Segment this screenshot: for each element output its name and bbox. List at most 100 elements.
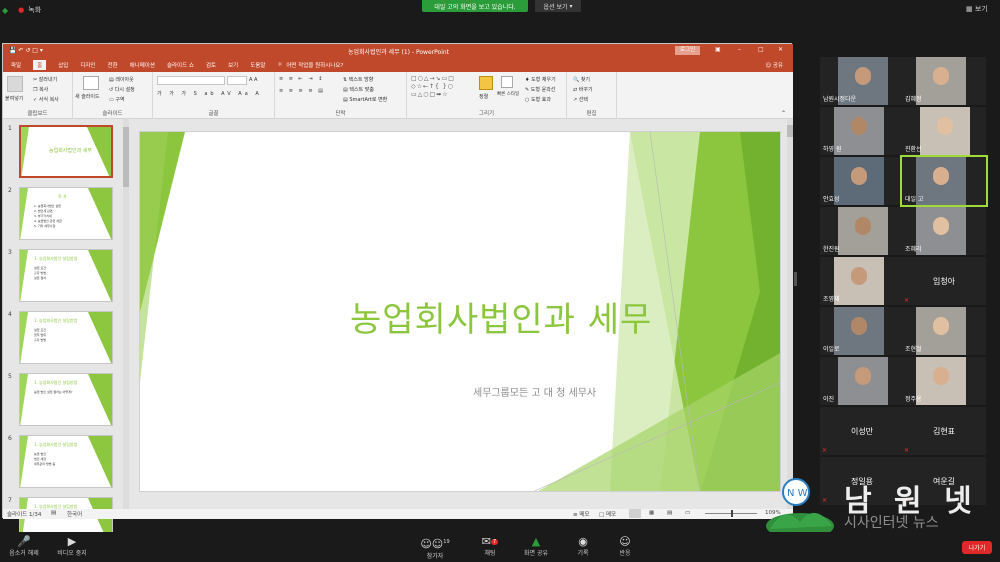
participant-tile[interactable]: 이성만 ✕ (820, 407, 904, 455)
current-slide[interactable]: 농업회사법인과 세무 세무그룹모든 고 대 청 세무사 (139, 131, 781, 492)
quick-styles-icon[interactable] (501, 76, 513, 88)
font-size-select[interactable] (227, 76, 247, 85)
ribbon-display-icon[interactable]: ▣ (715, 46, 721, 53)
slide-thumbnail[interactable]: 목 차 1. 농업회사법인 설립 2. 법인세 감면 3. 부가가치세 4. 농업법인 … (19, 187, 113, 240)
paste-icon[interactable] (7, 76, 23, 92)
slide-edit-area[interactable]: 농업회사법인과 세무 세무그룹모든 고 대 청 세무사 (131, 119, 793, 509)
participants-button[interactable]: ☺☺19 참가자 (420, 536, 450, 559)
shape-outline-button[interactable]: ✎ 도형 윤곽선 (525, 86, 555, 93)
notes-button[interactable]: ≡ 메모 (573, 510, 589, 518)
replace-button[interactable]: ⇄ 바꾸기 (573, 86, 593, 93)
slide-thumbnail[interactable]: 1. 농업회사법인 설립방법 농업 법인 설립 절차는 어떻게? (19, 373, 113, 426)
section-button[interactable]: ▭ 구역 (109, 96, 125, 103)
select-button[interactable]: ↗ 선택 (573, 96, 588, 103)
text-direction-button[interactable]: ⇅ 텍스트 방향 (343, 76, 373, 83)
reactions-button[interactable]: ☺ 반응 (610, 536, 640, 558)
tell-me-input[interactable]: 어떤 작업을 원하시나요? (286, 61, 343, 69)
zoom-slider-thumb[interactable] (731, 510, 733, 517)
shape-fill-button[interactable]: ♦ 도형 채우기 (525, 76, 556, 83)
share-screen-button[interactable]: ▲ 화면 공유 (518, 536, 554, 558)
copy-button[interactable]: ❐ 복사 (33, 86, 48, 93)
layout-button[interactable]: ▤ 레이아웃 (109, 76, 134, 83)
thumbnails-scroll-thumb[interactable] (123, 127, 129, 187)
stop-video-button[interactable]: ▶ 비디오 중지 (52, 536, 92, 558)
participant-tile[interactable]: 조현철 (902, 307, 986, 355)
quick-access-toolbar[interactable]: 💾 ↶ ↺ □ ▾ (9, 47, 43, 54)
format-painter-button[interactable]: ✓ 서식 복사 (33, 96, 59, 103)
cut-button[interactable]: ✂ 잘라내기 (33, 76, 57, 83)
record-button[interactable]: ◉ 기록 (568, 536, 598, 558)
participant-tile[interactable]: 남원시정다운 (820, 57, 904, 105)
reading-view-icon[interactable]: ▤ (667, 510, 672, 516)
tab-review[interactable]: 검토 (206, 61, 216, 69)
unmute-button[interactable]: 🎤 음소거 해제 (4, 536, 44, 558)
slide-scroll-thumb[interactable] (787, 125, 793, 137)
arrange-button[interactable]: 정렬 (479, 93, 488, 100)
slide-subtitle[interactable]: 세무그룹모든 고 대 청 세무사 (473, 384, 596, 399)
slide-thumbnail[interactable]: 농업회사법인과 세무 (19, 125, 113, 178)
collapse-ribbon-icon[interactable]: ⌃ (781, 110, 786, 117)
normal-view-icon[interactable] (629, 509, 641, 518)
participant-tile[interactable]: 한진원 (820, 207, 904, 255)
participant-tile[interactable]: 이진 (820, 357, 904, 405)
participant-tile[interactable]: 진환선 (902, 107, 986, 155)
tab-help[interactable]: 도움말 (250, 61, 265, 69)
tab-slideshow[interactable]: 슬라이드 쇼 (167, 61, 194, 69)
paste-button[interactable]: 붙여넣기 (5, 95, 23, 102)
slide-sorter-icon[interactable]: ▦ (649, 510, 654, 516)
participant-tile[interactable]: 임청아 ✕ (902, 257, 986, 305)
slide-scrollbar[interactable] (787, 119, 793, 509)
tab-insert[interactable]: 삽입 (58, 61, 68, 69)
reset-button[interactable]: ↺ 다시 설정 (109, 86, 135, 93)
comments-button[interactable]: □ 메모 (599, 510, 616, 518)
tab-transitions[interactable]: 전환 (108, 61, 118, 69)
recording-indicator[interactable]: ◆ ● 녹화 (2, 3, 41, 17)
participant-tile[interactable]: 조혜리 (902, 207, 986, 255)
slide-thumbnail[interactable]: 1. 농업회사법인 설립방법 설립 요건 출자 방법 설립 절차 (19, 249, 113, 302)
participant-tile[interactable]: 조영재 (820, 257, 904, 305)
participant-tile[interactable]: 정주용 (902, 357, 986, 405)
leave-button[interactable]: 나가기 (962, 541, 992, 554)
tab-animations[interactable]: 애니메이션 (130, 61, 155, 69)
arrange-icon[interactable] (479, 76, 493, 90)
shape-effects-button[interactable]: ○ 도형 효과 (525, 96, 551, 103)
slide-thumbnails-pane[interactable]: 1 농업회사법인과 세무 2 목 차 1. 농업회사법인 설립 2. 법인세 감면 3. 부… (3, 119, 131, 550)
tab-view[interactable]: 보기 (228, 61, 238, 69)
slideshow-icon[interactable]: ▭ (685, 510, 690, 516)
slide-thumbnail[interactable]: 1. 농업회사법인 설립방법 설립 요건 업무 범위 출자 방법 (19, 311, 113, 364)
participant-tile[interactable]: 대일 고 (900, 155, 988, 207)
thumbnails-scrollbar[interactable] (123, 119, 129, 509)
share-button[interactable]: ☺ 공유 (765, 61, 783, 69)
maximize-icon[interactable]: □ (758, 46, 764, 53)
tab-design[interactable]: 디자인 (80, 61, 95, 69)
slide-title[interactable]: 농업회사법인과 세무 (350, 292, 652, 341)
font-family-select[interactable] (157, 76, 225, 85)
tab-home[interactable]: 홈 (33, 60, 47, 70)
find-button[interactable]: 🔍 찾기 (573, 76, 590, 83)
new-slide-button[interactable]: 새 슬라이드 (75, 93, 100, 100)
spellcheck-icon[interactable]: ▤ (51, 510, 56, 516)
participant-tile[interactable]: 김혜정 (902, 57, 986, 105)
slide-thumbnail[interactable]: 1. 농업회사법인 설립방법 농업 법인 법인 세금 세무관리 방법 등 (19, 435, 113, 488)
align-text-button[interactable]: ▤ 텍스트 맞춤 (343, 86, 374, 93)
participant-tile[interactable]: 안효성 (820, 157, 904, 205)
minimize-icon[interactable]: – (738, 46, 741, 53)
view-options-button[interactable]: 옵션 보기 ▾ (535, 0, 581, 12)
gallery-view-button[interactable]: ▦ 보기 (966, 4, 988, 14)
font-grow-icon[interactable]: A A (249, 77, 257, 83)
shapes-gallery[interactable]: □○△→↘▭□ ◇☆←↑{ }○ ▭△○□➡☆ (411, 75, 475, 103)
list-icons[interactable]: ≡ ≡ ⇤ ⇥ ↕ (279, 76, 324, 82)
new-slide-icon[interactable] (83, 76, 99, 90)
participant-tile[interactable]: 김현표 ✕ (902, 407, 986, 455)
chat-button[interactable]: ✉ 7 채팅 (475, 536, 505, 557)
participant-tile[interactable]: 하영 원 (820, 107, 904, 155)
signin-button[interactable]: 로그인 (675, 46, 701, 55)
align-icons[interactable]: ≡ ≡ ≡ ≡ ▤ (279, 88, 325, 94)
font-format-icons[interactable]: 가 가 가 S ab AV Aa A (157, 90, 262, 97)
language-indicator[interactable]: 한국어 (67, 510, 82, 518)
panel-splitter[interactable] (794, 272, 797, 286)
close-icon[interactable]: ✕ (778, 46, 783, 53)
tab-file[interactable]: 파일 (11, 61, 21, 69)
quick-styles-button[interactable]: 빠른 스타일 (497, 91, 519, 97)
smartart-button[interactable]: ▤ SmartArt로 변환 (343, 96, 387, 103)
